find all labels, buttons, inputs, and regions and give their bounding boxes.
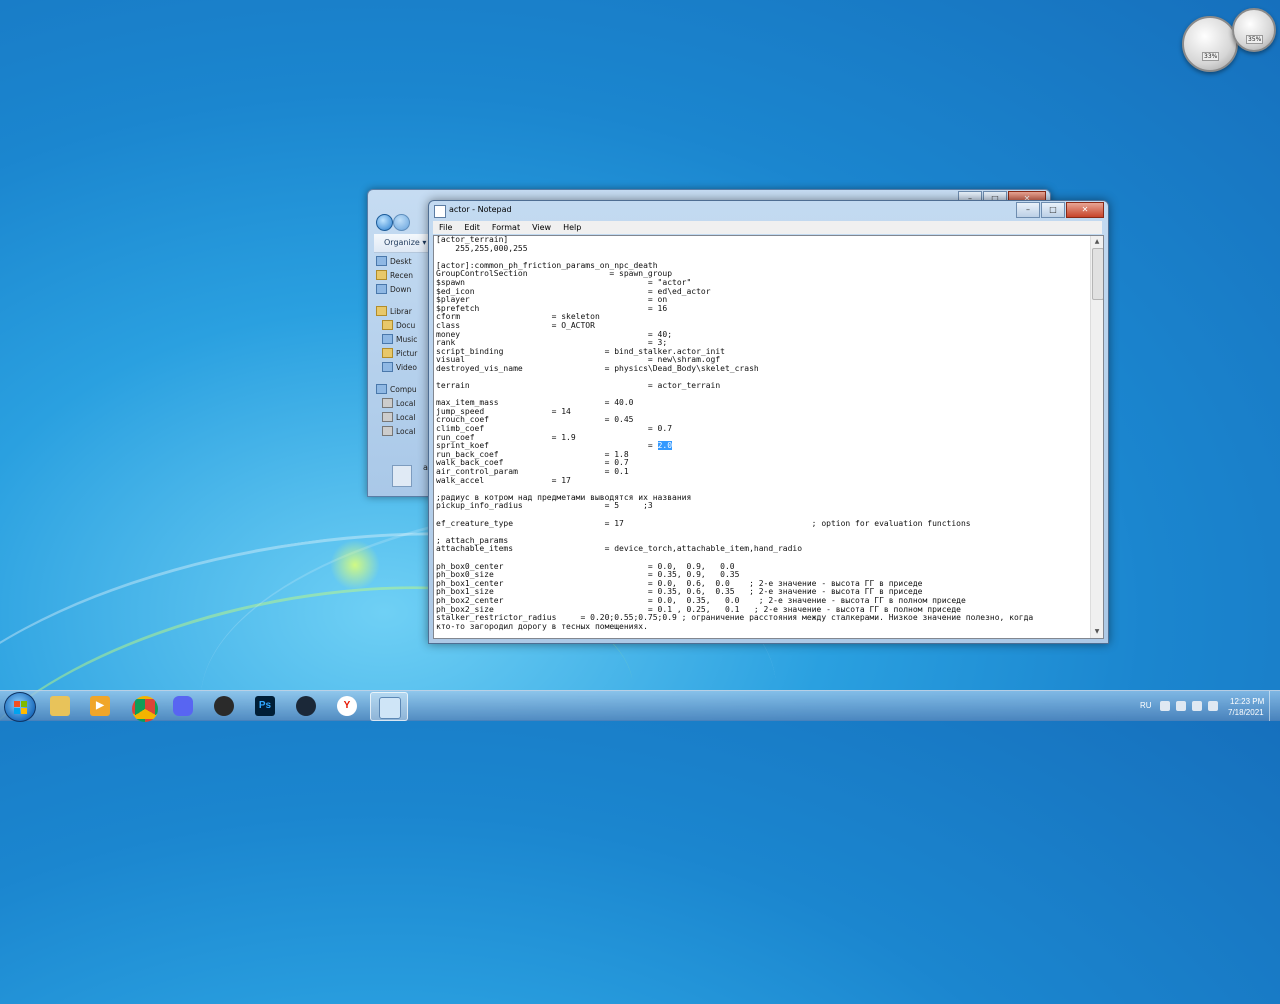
menu-edit[interactable]: Edit (458, 221, 486, 234)
tree-item-downloads[interactable]: Down (376, 282, 434, 296)
close-button[interactable]: ✕ (1066, 202, 1104, 218)
wallpaper-glow (330, 540, 380, 590)
notepad-app-icon (434, 205, 446, 218)
downloads-icon (376, 284, 387, 294)
organize-menu[interactable]: Organize ▾ (384, 238, 426, 247)
show-desktop-button[interactable] (1269, 691, 1280, 721)
windows-logo-icon (21, 708, 27, 714)
maximize-button[interactable]: □ (1041, 202, 1065, 218)
tree-item-libraries[interactable]: Librar (376, 304, 434, 318)
navigation-pane: Deskt Recen Down Librar Docu Music Pictu… (376, 254, 434, 438)
minimize-button[interactable]: – (1016, 202, 1040, 218)
language-indicator[interactable]: RU (1140, 701, 1152, 710)
taskbar-notepad-button[interactable] (370, 692, 408, 721)
clock-time[interactable]: 12:23 PM (1230, 697, 1264, 706)
desktop-icon (376, 256, 387, 266)
taskbar-yandex-button[interactable]: Y (329, 692, 365, 719)
file-icon (392, 465, 412, 487)
media-player-icon: ▶ (90, 696, 110, 716)
explorer-nav (376, 212, 426, 231)
menu-help[interactable]: Help (557, 221, 587, 234)
menu-view[interactable]: View (526, 221, 557, 234)
selected-text: 2.0 (657, 441, 673, 451)
taskbar-chrome-button[interactable] (124, 692, 160, 722)
tree-item-local-disk[interactable]: Local (376, 410, 434, 424)
menu-file[interactable]: File (433, 221, 458, 234)
memory-value: 35% (1246, 35, 1264, 44)
pictures-icon (382, 348, 393, 358)
taskbar-photoshop-button[interactable]: Ps (247, 692, 283, 719)
vertical-scrollbar[interactable]: ▲ ▼ (1090, 236, 1103, 638)
taskbar-explorer-button[interactable] (42, 692, 78, 719)
notepad-window[interactable]: actor - Notepad – □ ✕ File Edit Format V… (428, 200, 1109, 644)
tree-item-local-disk[interactable]: Local (376, 424, 434, 438)
photoshop-icon: Ps (255, 696, 275, 716)
taskbar-media-player-button[interactable]: ▶ (82, 692, 118, 719)
tree-item-music[interactable]: Music (376, 332, 434, 346)
steam-icon (296, 696, 316, 716)
disk-icon (382, 426, 393, 436)
back-arrow-icon[interactable] (376, 214, 393, 231)
start-button[interactable] (4, 692, 36, 722)
tree-item-documents[interactable]: Docu (376, 318, 434, 332)
yandex-browser-icon: Y (337, 696, 357, 716)
windows-logo-icon (14, 701, 20, 707)
scroll-up-icon[interactable]: ▲ (1092, 237, 1102, 247)
network-icon[interactable] (1192, 701, 1202, 711)
cpu-meter-gadget[interactable]: 33% 35% (1180, 8, 1276, 72)
window-title: actor - Notepad (449, 205, 512, 214)
text-editor[interactable]: [actor_terrain] 255,255,000,255 [actor]:… (433, 235, 1104, 639)
discord-icon (173, 696, 193, 716)
menu-bar: File Edit Format View Help (433, 221, 1102, 234)
document-text[interactable]: [actor_terrain] 255,255,000,255 [actor]:… (436, 236, 1091, 631)
tree-item-computer[interactable]: Compu (376, 382, 434, 396)
cpu-dial: 33% (1182, 16, 1238, 72)
windows-logo-icon (21, 701, 27, 707)
scroll-thumb[interactable] (1092, 248, 1103, 300)
folder-icon (376, 270, 387, 280)
chrome-icon (132, 696, 158, 722)
action-center-flag-icon[interactable] (1176, 701, 1186, 711)
tree-item-desktop[interactable]: Deskt (376, 254, 434, 268)
videos-icon (382, 362, 393, 372)
disk-icon (382, 412, 393, 422)
scroll-down-icon[interactable]: ▼ (1092, 627, 1102, 637)
taskbar-discord-button[interactable] (165, 692, 201, 719)
show-hidden-icons-icon[interactable] (1160, 701, 1170, 711)
folder-icon (382, 320, 393, 330)
text-after-selection: run_back_coef = 1.8 walk_back_coef = 0.7… (436, 449, 1034, 631)
windows-logo-icon (14, 708, 20, 714)
tree-item-recent[interactable]: Recen (376, 268, 434, 282)
computer-icon (376, 384, 387, 394)
music-icon (382, 334, 393, 344)
notepad-icon (379, 697, 401, 719)
taskbar: ▶ Ps Y RU 12:23 PM 7/18/2021 (0, 690, 1280, 722)
taskbar-steam-button[interactable] (288, 692, 324, 719)
text-before-selection: [actor_terrain] 255,255,000,255 [actor]:… (436, 235, 759, 451)
disk-icon (382, 398, 393, 408)
memory-dial: 35% (1232, 8, 1276, 52)
cpu-value: 33% (1202, 52, 1220, 61)
obs-icon (214, 696, 234, 716)
tree-item-videos[interactable]: Video (376, 360, 434, 374)
notepad-caption-buttons: – □ ✕ (1016, 202, 1104, 218)
tree-item-local-disk[interactable]: Local (376, 396, 434, 410)
explorer-icon (50, 696, 70, 716)
menu-format[interactable]: Format (486, 221, 526, 234)
tree-item-pictures[interactable]: Pictur (376, 346, 434, 360)
taskbar-obs-button[interactable] (206, 692, 242, 719)
clock-date[interactable]: 7/18/2021 (1228, 708, 1264, 717)
library-icon (376, 306, 387, 316)
volume-icon[interactable] (1208, 701, 1218, 711)
forward-arrow-icon[interactable] (393, 214, 410, 231)
